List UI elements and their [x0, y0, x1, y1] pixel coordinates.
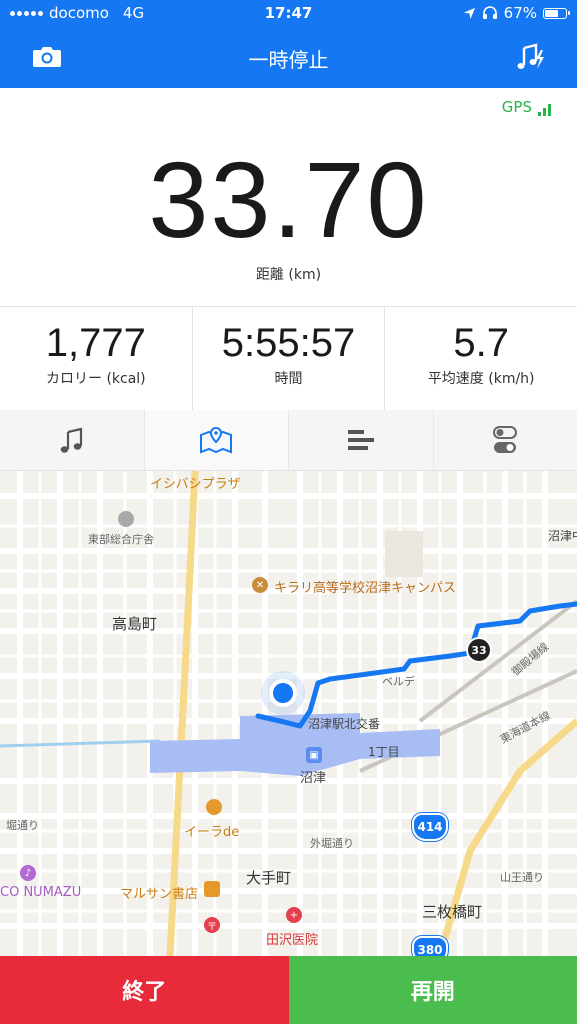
- stat-value: 1,777: [45, 321, 146, 365]
- route-map[interactable]: イシバシプラザ 東部総合庁舎 ✕ キラリ高等学校沼津キャンパス 高島町 沼津中 …: [0, 471, 577, 956]
- status-right: 67%: [463, 4, 570, 22]
- map-block: [385, 531, 423, 577]
- action-buttons: 終了 再開: [0, 956, 577, 1024]
- distance-value: 33.70: [148, 139, 429, 260]
- finish-button[interactable]: 終了: [0, 956, 289, 1024]
- route-380-shield: 380: [412, 936, 448, 956]
- school-poi-icon: ✕: [252, 577, 268, 593]
- map-label-otemachi: 大手町: [246, 869, 292, 887]
- map-label-marusan: マルサン書店: [120, 887, 199, 902]
- map-label-maibashi: 三枚橋町: [422, 903, 483, 921]
- stat-time: 5:55:57 時間: [191, 307, 385, 411]
- gps-indicator: GPS: [502, 98, 551, 116]
- stat-label: カロリー (kcal): [46, 371, 146, 387]
- hospital-poi-icon: +: [286, 907, 302, 923]
- battery-icon: [543, 7, 570, 19]
- distance-label: 距離 (km): [255, 267, 322, 283]
- stats-row: 1,777 カロリー (kcal) 5:55:57 時間 5.7 平均速度 (k…: [0, 306, 577, 412]
- music-note-icon: [60, 427, 82, 453]
- map-label-chome: 1丁目: [368, 745, 400, 759]
- post-office-poi-icon: 〒: [204, 917, 220, 933]
- map-label-co-numazu: CO NUMAZU: [0, 885, 82, 900]
- stat-value: 5.7: [453, 321, 509, 365]
- map-label-kirari: キラリ高等学校沼津キャンパス: [274, 581, 457, 596]
- shopping-poi-icon: [206, 799, 222, 815]
- music-poi-icon: ♪: [20, 865, 36, 881]
- tab-music[interactable]: [0, 410, 145, 470]
- map-label-soto-horidori: 外堀通り: [310, 837, 354, 850]
- app-header: 一時停止: [0, 28, 577, 88]
- stat-value: 5:55:57: [221, 321, 356, 365]
- gps-signal-icon: [538, 104, 551, 116]
- map-label-kitakoban: 沼津駅北交番: [308, 717, 381, 731]
- distance-marker: 33: [466, 637, 492, 663]
- stat-label: 平均速度 (km/h): [427, 371, 535, 387]
- bookstore-poi-icon: [204, 881, 220, 897]
- headphones-icon: [482, 6, 497, 19]
- map-icon: [200, 426, 233, 454]
- tab-settings[interactable]: [434, 410, 577, 470]
- rail-line: [418, 599, 577, 723]
- location-arrow-icon: [463, 7, 475, 19]
- view-tabs: [0, 410, 577, 471]
- stat-avg-speed: 5.7 平均速度 (km/h): [384, 307, 577, 411]
- map-label-ira: イーラde: [184, 825, 240, 840]
- map-label-numazu: 沼津: [300, 771, 327, 786]
- battery-percent: 67%: [503, 4, 537, 22]
- train-station-icon: ▣: [306, 747, 322, 763]
- settings-toggle-icon: [493, 426, 518, 453]
- music-settings-button[interactable]: [515, 42, 545, 76]
- government-poi-icon: [118, 511, 134, 527]
- stat-calories: 1,777 カロリー (kcal): [0, 307, 192, 411]
- status-bar: docomo 4G 17:47 67%: [0, 0, 577, 28]
- page-title: 一時停止: [248, 48, 329, 72]
- map-label-takashima: 高島町: [112, 615, 158, 633]
- stat-label: 時間: [274, 371, 303, 387]
- map-label-tobu: 東部総合庁舎: [88, 533, 154, 546]
- map-label-horidori: 堀通り: [6, 819, 39, 832]
- map-label-numazu-top: 沼津中: [548, 529, 577, 543]
- gps-label: GPS: [501, 98, 532, 116]
- map-label-sanno: 山王通り: [500, 871, 544, 884]
- tab-splits[interactable]: [289, 410, 434, 470]
- tab-map[interactable]: [144, 410, 289, 470]
- splits-icon: [347, 430, 374, 450]
- resume-button[interactable]: 再開: [288, 956, 577, 1024]
- map-label-tazawa: 田沢医院: [266, 933, 319, 948]
- current-location-dot: [269, 679, 297, 707]
- map-label-velde: ベルデ: [382, 675, 415, 688]
- map-label-ishibashi: イシバシプラザ: [150, 477, 241, 492]
- route-414-shield: 414: [412, 813, 448, 841]
- music-settings-icon: [517, 43, 544, 69]
